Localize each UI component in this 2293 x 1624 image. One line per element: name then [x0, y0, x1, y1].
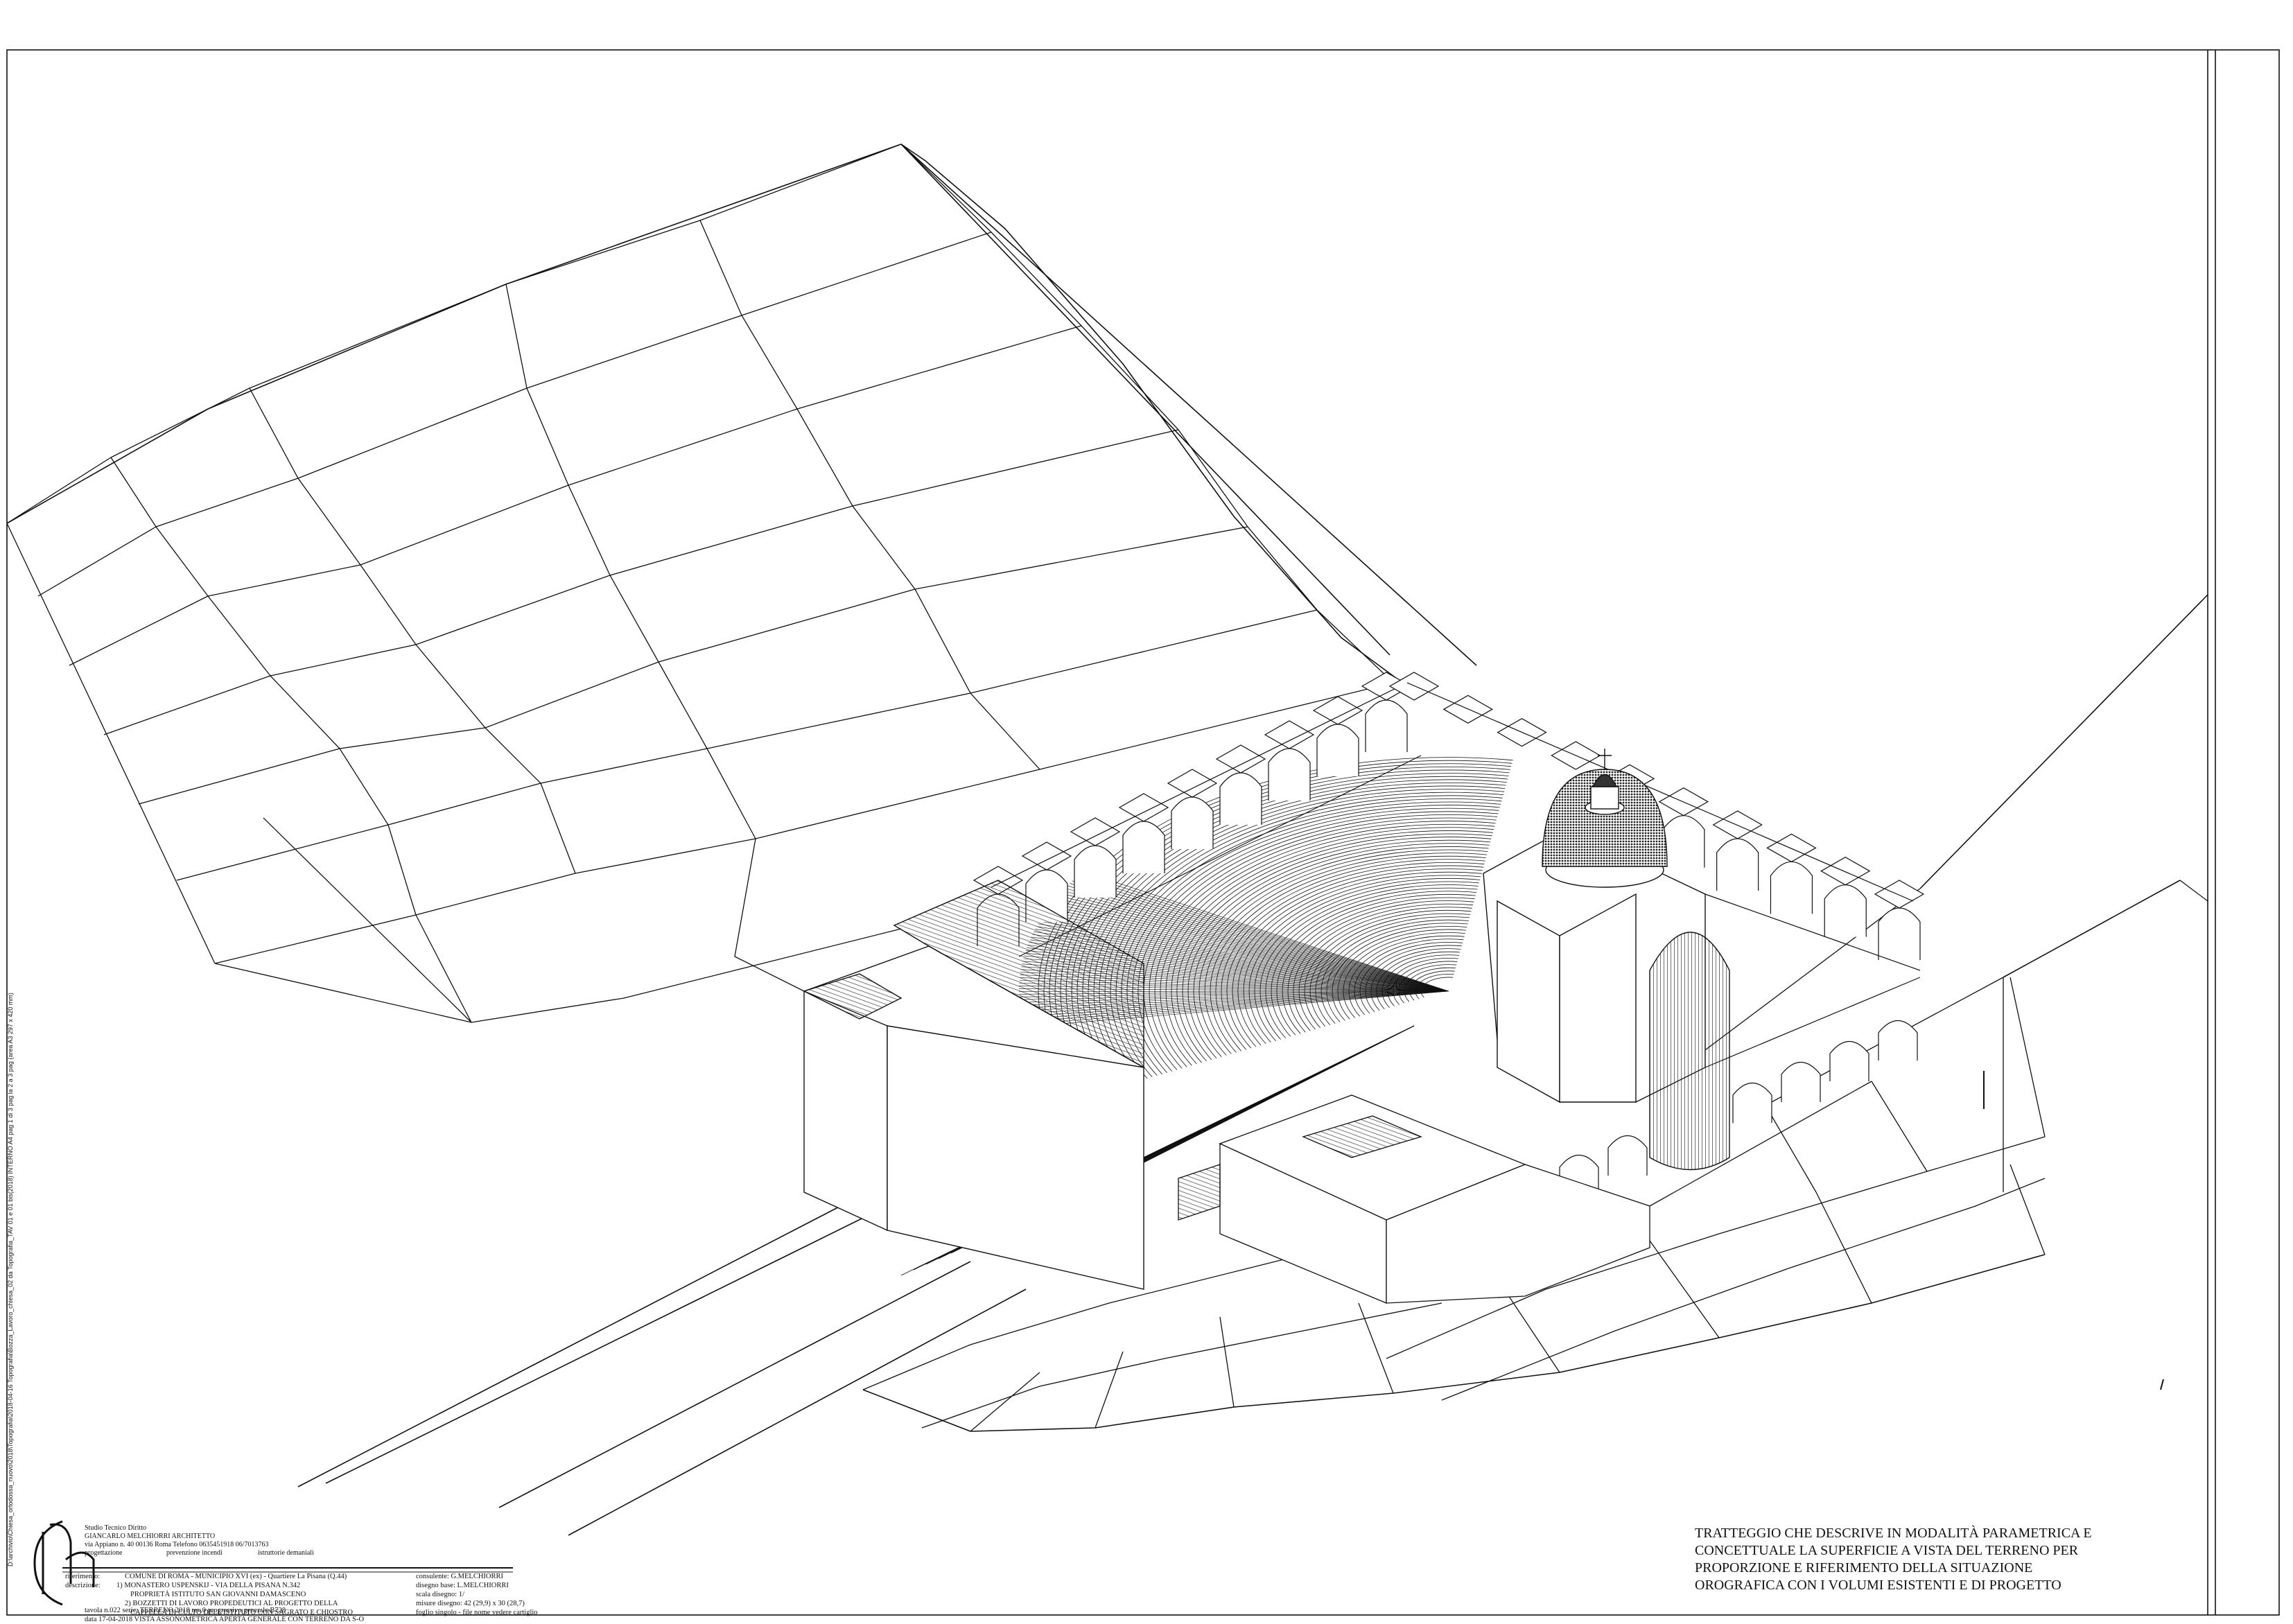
studio-istruttorie: istruttorie demaniali	[258, 1548, 314, 1557]
file-path-note: D:\archivio\Chiesa_ortodossa_nuovo\2018\…	[7, 993, 14, 1566]
disegno-base: disegno base: L.MELCHIORRI	[416, 1581, 509, 1590]
desc-line-2: PROPRIETÀ ISTITUTO SAN GIOVANNI DAMASCEN…	[130, 1590, 306, 1599]
caption-line-3: PROPORZIONE E RIFERIMENTO DELLA SITUAZIO…	[1695, 1560, 2222, 1577]
marker	[1984, 1071, 2163, 1390]
caption-line-2: CONCETTUALE LA SUPERFICIE A VISTA DEL TE…	[1695, 1542, 2222, 1560]
scala-disegno: scala disegno: 1/	[416, 1590, 464, 1599]
podium	[1178, 1095, 1650, 1303]
existing-building	[804, 880, 1144, 1289]
data-line: data 17-04-2018 VISTA ASSONOMETRICA APER…	[85, 1615, 364, 1624]
consulente: consulente: G.MELCHIORRI	[416, 1572, 503, 1581]
studio-prevenzione: prevenzione incendi	[166, 1548, 223, 1557]
church-volume	[1483, 749, 1729, 1170]
tavola-line: tavola n.022 serie: TERRENO 2018 rev.0 p…	[85, 1606, 286, 1615]
caption-line-1: TRATTEGGIO CHE DESCRIVE IN MODALITÀ PARA…	[1695, 1525, 2222, 1542]
rif-label: riferimento:	[65, 1572, 100, 1581]
terrain-caption: TRATTEGGIO CHE DESCRIVE IN MODALITÀ PARA…	[1695, 1525, 2222, 1594]
foglio-note: foglio singolo - file nome vedere cartig…	[416, 1608, 538, 1617]
rif-value: COMUNE DI ROMA - MUNICIPIO XVI (ex) - Qu…	[125, 1572, 347, 1581]
desc-line-1: 1) MONASTERO USPENSKIJ - VIA DELLA PISAN…	[116, 1581, 300, 1590]
studio-progettazione: progettazione	[85, 1548, 122, 1557]
caption-line-4: OROGRAFICA CON I VOLUMI ESISTENTI E DI P…	[1695, 1577, 2222, 1594]
desc-label: descrizione:	[65, 1581, 101, 1590]
misure-disegno: misure disegno: 42 (29,9) x 30 (28,7)	[416, 1599, 525, 1608]
drawing-sheet	[0, 0, 2293, 1621]
